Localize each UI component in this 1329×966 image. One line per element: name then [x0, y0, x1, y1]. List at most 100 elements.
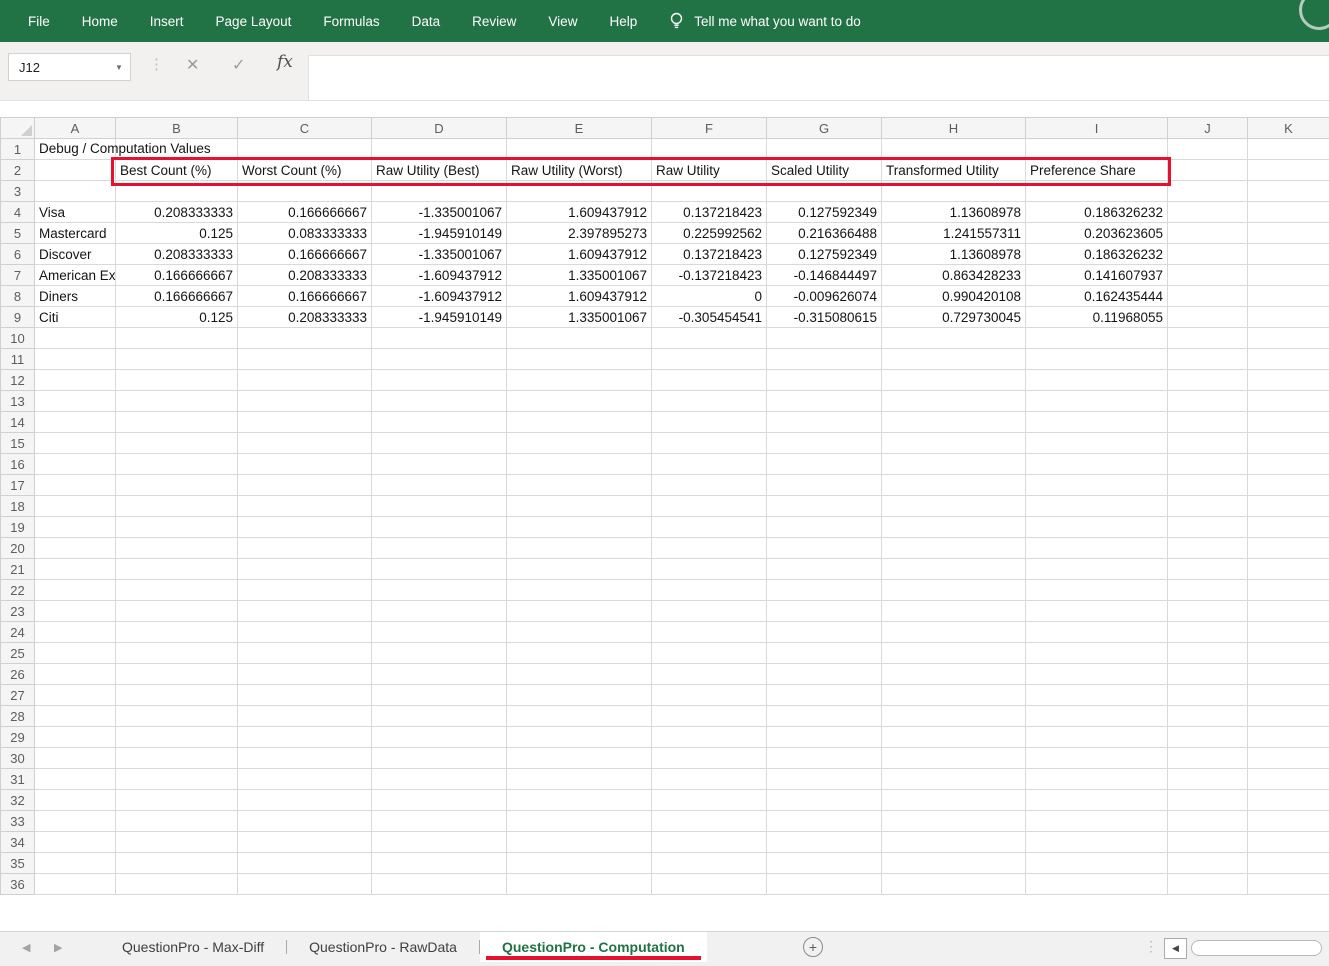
cell-C2[interactable]: Worst Count (%) [238, 160, 372, 181]
cell-C3[interactable] [238, 181, 372, 202]
cell-I32[interactable] [1026, 790, 1168, 811]
cell-D12[interactable] [372, 370, 507, 391]
cell-E1[interactable] [507, 139, 652, 160]
cell-C30[interactable] [238, 748, 372, 769]
cell-D31[interactable] [372, 769, 507, 790]
cell-H12[interactable] [882, 370, 1026, 391]
cell-C13[interactable] [238, 391, 372, 412]
cell-D33[interactable] [372, 811, 507, 832]
cell-H20[interactable] [882, 538, 1026, 559]
row-header-11[interactable]: 11 [1, 349, 35, 370]
cell-K13[interactable] [1248, 391, 1329, 412]
sheet-nav-left-icon[interactable]: ◀ [22, 941, 30, 954]
cell-K24[interactable] [1248, 622, 1329, 643]
cell-H34[interactable] [882, 832, 1026, 853]
cell-H28[interactable] [882, 706, 1026, 727]
cell-C29[interactable] [238, 727, 372, 748]
cell-F35[interactable] [652, 853, 767, 874]
cell-G35[interactable] [767, 853, 882, 874]
row-header-19[interactable]: 19 [1, 517, 35, 538]
cell-F23[interactable] [652, 601, 767, 622]
cell-K17[interactable] [1248, 475, 1329, 496]
cell-B7[interactable]: 0.166666667 [116, 265, 238, 286]
cell-C34[interactable] [238, 832, 372, 853]
cell-F36[interactable] [652, 874, 767, 895]
insert-function-button[interactable]: fx [277, 52, 293, 72]
cell-F34[interactable] [652, 832, 767, 853]
cell-E3[interactable] [507, 181, 652, 202]
cell-B5[interactable]: 0.125 [116, 223, 238, 244]
cell-H21[interactable] [882, 559, 1026, 580]
cell-H11[interactable] [882, 349, 1026, 370]
row-header-35[interactable]: 35 [1, 853, 35, 874]
cell-I17[interactable] [1026, 475, 1168, 496]
cell-F7[interactable]: -0.137218423 [652, 265, 767, 286]
cell-D15[interactable] [372, 433, 507, 454]
row-header-3[interactable]: 3 [1, 181, 35, 202]
row-header-4[interactable]: 4 [1, 202, 35, 223]
cell-A29[interactable] [35, 727, 116, 748]
cell-B3[interactable] [116, 181, 238, 202]
row-header-6[interactable]: 6 [1, 244, 35, 265]
cell-I9[interactable]: 0.11968055 [1026, 307, 1168, 328]
cell-F1[interactable] [652, 139, 767, 160]
cell-K3[interactable] [1248, 181, 1329, 202]
cell-G32[interactable] [767, 790, 882, 811]
cell-I29[interactable] [1026, 727, 1168, 748]
cell-E9[interactable]: 1.335001067 [507, 307, 652, 328]
cell-J20[interactable] [1168, 538, 1248, 559]
cell-I14[interactable] [1026, 412, 1168, 433]
ribbon-tab-view[interactable]: View [532, 0, 593, 42]
cell-I28[interactable] [1026, 706, 1168, 727]
cell-A10[interactable] [35, 328, 116, 349]
cell-K29[interactable] [1248, 727, 1329, 748]
cell-B11[interactable] [116, 349, 238, 370]
cell-G36[interactable] [767, 874, 882, 895]
cell-B8[interactable]: 0.166666667 [116, 286, 238, 307]
cell-F20[interactable] [652, 538, 767, 559]
cancel-entry-button[interactable]: ✕ [186, 55, 199, 75]
cell-J26[interactable] [1168, 664, 1248, 685]
cell-F8[interactable]: 0 [652, 286, 767, 307]
cell-D35[interactable] [372, 853, 507, 874]
cell-K36[interactable] [1248, 874, 1329, 895]
cell-F15[interactable] [652, 433, 767, 454]
cell-I18[interactable] [1026, 496, 1168, 517]
row-header-14[interactable]: 14 [1, 412, 35, 433]
cell-C31[interactable] [238, 769, 372, 790]
cell-F16[interactable] [652, 454, 767, 475]
cell-F2[interactable]: Raw Utility [652, 160, 767, 181]
cell-I27[interactable] [1026, 685, 1168, 706]
cell-K14[interactable] [1248, 412, 1329, 433]
cell-I8[interactable]: 0.162435444 [1026, 286, 1168, 307]
cell-G9[interactable]: -0.315080615 [767, 307, 882, 328]
cell-F24[interactable] [652, 622, 767, 643]
cell-G11[interactable] [767, 349, 882, 370]
sheet-nav-right-icon[interactable]: ▶ [54, 941, 62, 954]
cell-B36[interactable] [116, 874, 238, 895]
cell-E36[interactable] [507, 874, 652, 895]
cell-B13[interactable] [116, 391, 238, 412]
cell-D21[interactable] [372, 559, 507, 580]
cell-J6[interactable] [1168, 244, 1248, 265]
cell-D36[interactable] [372, 874, 507, 895]
cell-F5[interactable]: 0.225992562 [652, 223, 767, 244]
cell-B26[interactable] [116, 664, 238, 685]
ribbon-tab-data[interactable]: Data [396, 0, 457, 42]
cell-C4[interactable]: 0.166666667 [238, 202, 372, 223]
cell-D18[interactable] [372, 496, 507, 517]
cell-D1[interactable] [372, 139, 507, 160]
cell-C10[interactable] [238, 328, 372, 349]
cell-J28[interactable] [1168, 706, 1248, 727]
cell-H25[interactable] [882, 643, 1026, 664]
cell-E23[interactable] [507, 601, 652, 622]
cell-H26[interactable] [882, 664, 1026, 685]
row-header-29[interactable]: 29 [1, 727, 35, 748]
column-header-A[interactable]: A [35, 118, 116, 139]
cell-D20[interactable] [372, 538, 507, 559]
cell-I7[interactable]: 0.141607937 [1026, 265, 1168, 286]
cell-G7[interactable]: -0.146844497 [767, 265, 882, 286]
hscroll-thumb[interactable] [1191, 940, 1322, 956]
column-header-C[interactable]: C [238, 118, 372, 139]
cell-J21[interactable] [1168, 559, 1248, 580]
